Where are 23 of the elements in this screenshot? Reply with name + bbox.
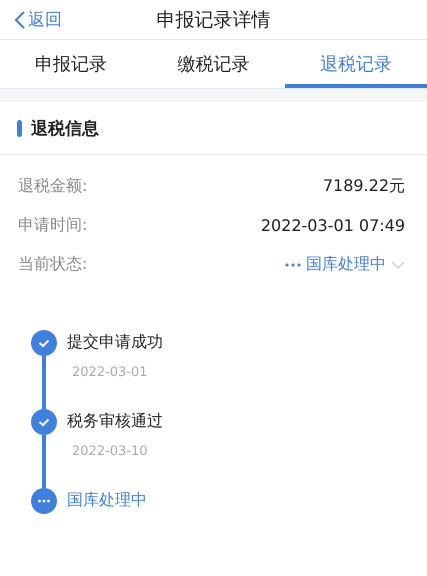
ellipsis-icon — [285, 262, 301, 268]
back-link[interactable]: 返回 — [0, 8, 62, 31]
status-dropdown[interactable]: 国库处理中 — [285, 254, 405, 275]
field-label: 退税金额: — [18, 176, 88, 197]
step-date: 2022-03-10 — [71, 444, 149, 459]
section-marker — [17, 120, 22, 136]
step-title: 国库处理中 — [67, 490, 147, 511]
chevron-down-icon — [391, 260, 405, 268]
step-date: 2022-03-01 — [71, 365, 149, 380]
tab[interactable]: 缴税记录 — [142, 40, 285, 88]
section-title: 退税信息 — [31, 118, 99, 140]
tab[interactable]: 申报记录 — [0, 40, 142, 88]
ellipsis-icon — [31, 488, 57, 514]
check-icon — [31, 330, 57, 356]
back-chevron-icon — [14, 10, 26, 30]
page-title: 申报记录详情 — [156, 8, 270, 30]
step-title: 提交申请成功 — [67, 332, 163, 353]
step-title: 税务审核通过 — [67, 411, 163, 432]
field-label: 申请时间: — [18, 215, 88, 236]
field-value: 2022-03-01 07:49 — [260, 216, 405, 235]
check-icon — [31, 409, 57, 435]
field-value: 7189.22元 — [322, 176, 405, 197]
field-label: 当前状态: — [18, 254, 88, 275]
